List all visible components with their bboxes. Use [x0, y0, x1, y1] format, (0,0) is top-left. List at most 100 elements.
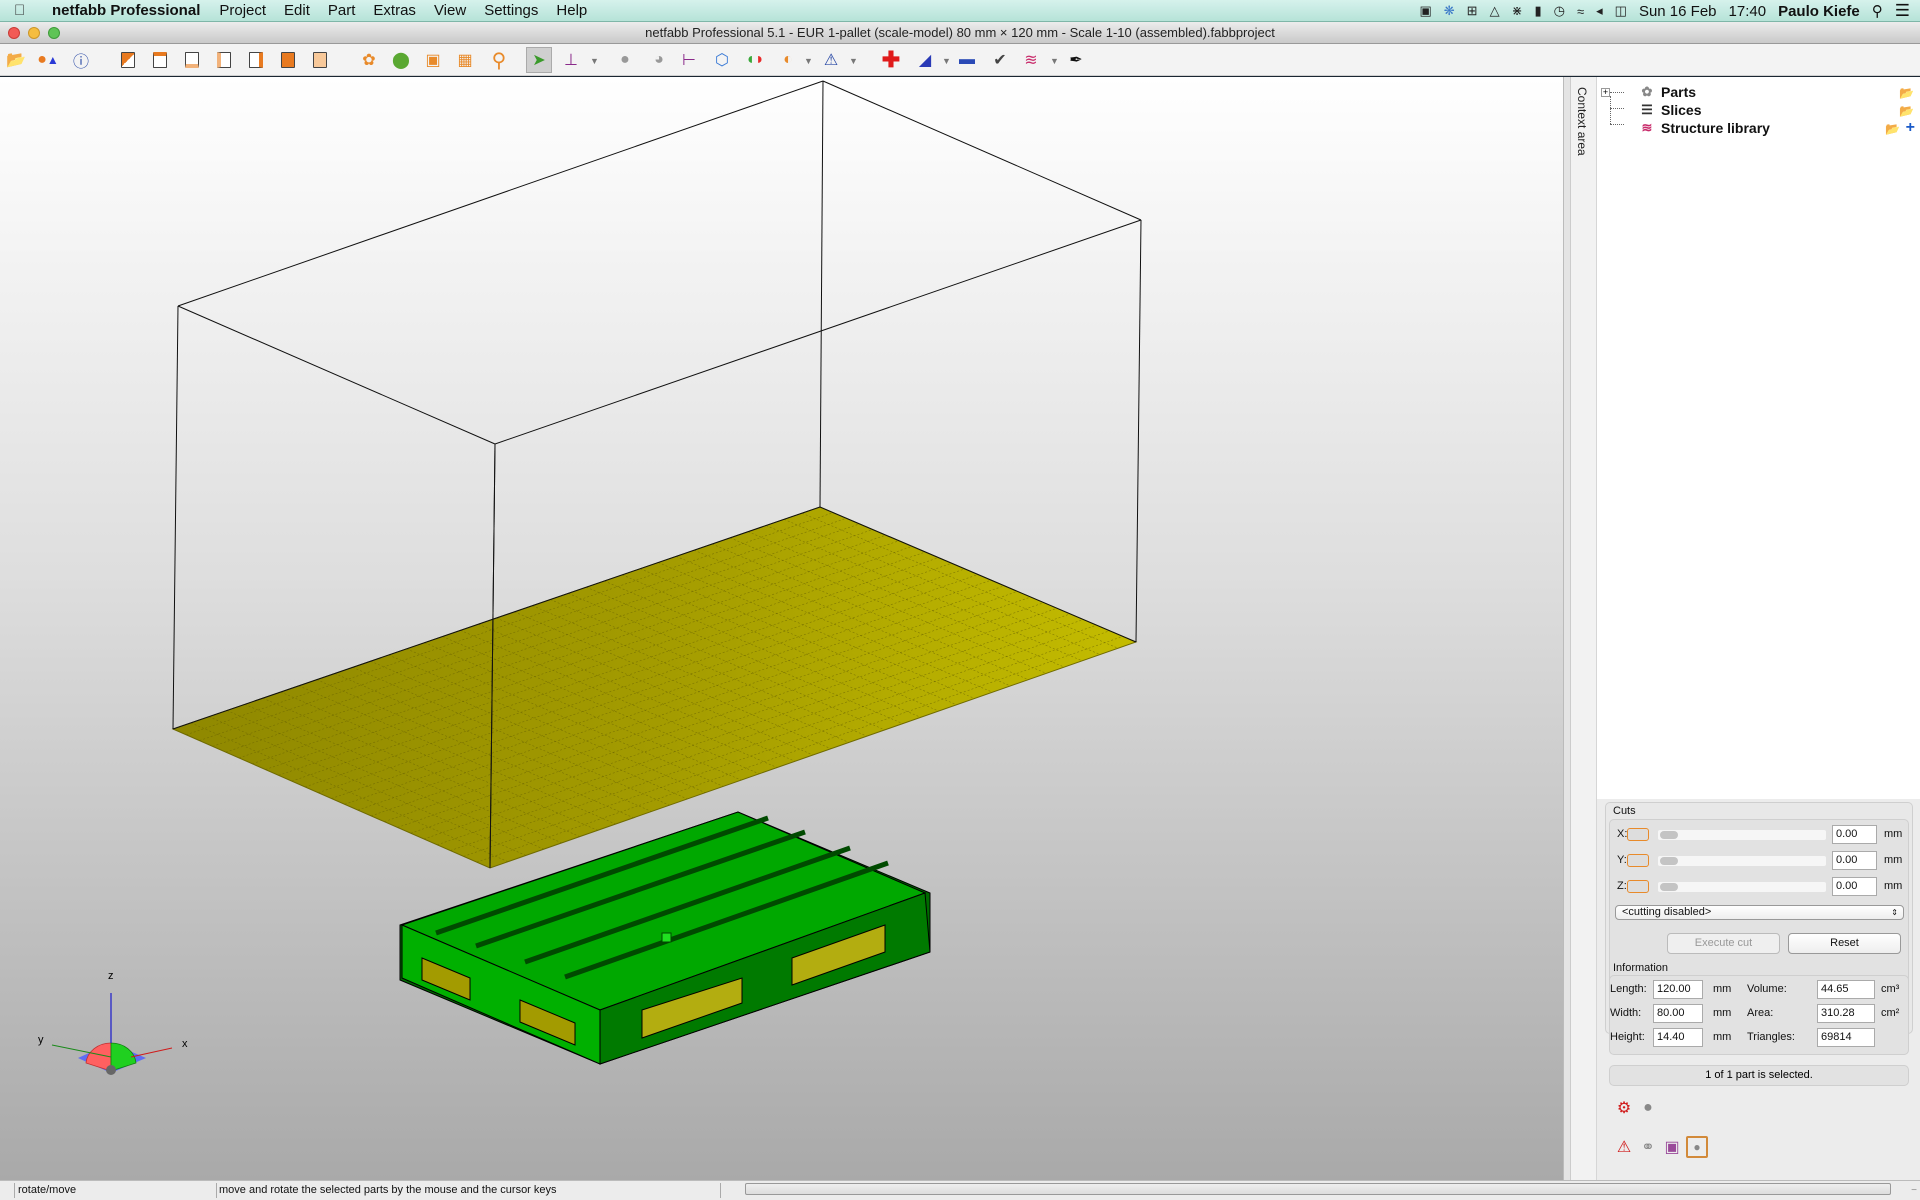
- menu-settings[interactable]: Settings: [475, 2, 547, 19]
- move-icon[interactable]: ●: [614, 49, 636, 71]
- notification-icon[interactable]: ☰: [1895, 1, 1910, 21]
- reset-button[interactable]: Reset: [1788, 933, 1901, 954]
- 3d-viewport[interactable]: z y x: [0, 77, 1563, 1180]
- open-folder-icon[interactable]: 📂: [1899, 86, 1914, 100]
- selection-status: 1 of 1 part is selected.: [1609, 1065, 1909, 1086]
- resize-grip-icon[interactable]: −: [1911, 1185, 1917, 1196]
- move-rotate-dropdown-icon[interactable]: ▼: [590, 56, 599, 66]
- open-project-icon[interactable]: 📂: [5, 49, 27, 71]
- menu-view[interactable]: View: [425, 2, 475, 19]
- app-menu[interactable]: netfabb Professional: [42, 2, 210, 19]
- menu-extras[interactable]: Extras: [364, 2, 425, 19]
- cut-y-slider[interactable]: [1658, 856, 1826, 866]
- cut-x-slider[interactable]: [1658, 830, 1826, 840]
- tree-item-parts[interactable]: ✿ Parts: [1637, 83, 1696, 101]
- part-info-icon[interactable]: ⓘ: [70, 49, 92, 71]
- add-icon[interactable]: ✚: [880, 47, 902, 72]
- battery-icon[interactable]: ▮: [1534, 3, 1541, 19]
- view-front-icon[interactable]: [181, 49, 203, 71]
- measure-icon[interactable]: ▬: [956, 49, 978, 71]
- x-axis-line: [130, 1047, 173, 1058]
- split-view-icon[interactable]: ◖ ◗: [744, 49, 766, 71]
- minimize-button[interactable]: [28, 27, 40, 39]
- align-icon[interactable]: ⊢: [678, 49, 700, 71]
- dropbox-icon[interactable]: ❋: [1444, 3, 1455, 19]
- spotlight-icon[interactable]: ⚲: [1872, 2, 1883, 20]
- cut-dropdown-icon[interactable]: ▼: [804, 56, 813, 66]
- cut-x-toggle[interactable]: [1627, 828, 1649, 841]
- length-value: 120.00: [1653, 980, 1703, 999]
- volume-icon[interactable]: ◂: [1596, 3, 1603, 19]
- airplay-icon[interactable]: △: [1490, 3, 1500, 19]
- pen-icon[interactable]: ✒: [1065, 49, 1087, 71]
- view-left-icon[interactable]: [213, 49, 235, 71]
- download-icon[interactable]: ⊞: [1467, 3, 1478, 19]
- center-part-icon[interactable]: ●: [1686, 1136, 1708, 1158]
- repair-dropdown-icon[interactable]: ▼: [849, 56, 858, 66]
- cut-mode-select[interactable]: <cutting disabled> ⇕: [1615, 905, 1904, 920]
- tree-expander[interactable]: +: [1601, 88, 1610, 97]
- area-label: Area:: [1747, 1007, 1774, 1019]
- view-top-icon[interactable]: [149, 49, 171, 71]
- repair-icon[interactable]: ⚠: [820, 49, 842, 71]
- cut-sphere-icon[interactable]: ◐: [777, 49, 799, 71]
- merge-parts-icon[interactable]: ⚭: [1637, 1136, 1659, 1158]
- rotate-icon[interactable]: ◕: [648, 49, 670, 71]
- zoom-icon[interactable]: ⚲: [488, 49, 510, 72]
- slice-part-icon[interactable]: ●: [1637, 1097, 1659, 1119]
- check-icon[interactable]: ✔: [989, 49, 1011, 71]
- display-icon[interactable]: ◫: [1615, 3, 1627, 19]
- cut-x-input[interactable]: 0.00: [1832, 825, 1877, 844]
- repair-warning-icon[interactable]: ⚠: [1613, 1136, 1635, 1158]
- select-mode-icon[interactable]: ➤: [526, 47, 552, 73]
- clock-time[interactable]: 17:40: [1729, 3, 1767, 20]
- panel-splitter[interactable]: [1563, 77, 1571, 1180]
- tree-item-structure-library[interactable]: ≋ Structure library: [1637, 119, 1770, 137]
- add-support-icon[interactable]: ⚙: [1613, 1097, 1635, 1119]
- wifi-icon[interactable]: ≈: [1577, 4, 1584, 19]
- clock-date[interactable]: Sun 16 Feb: [1639, 3, 1717, 20]
- structure-icon[interactable]: ≋: [1020, 49, 1042, 71]
- time-machine-icon[interactable]: ◷: [1554, 3, 1565, 19]
- execute-cut-button[interactable]: Execute cut: [1667, 933, 1780, 954]
- cut-z-input[interactable]: 0.00: [1832, 877, 1877, 896]
- cut-x-label: X:: [1617, 828, 1628, 840]
- view-back-icon[interactable]: [277, 49, 299, 71]
- cut-y-input[interactable]: 0.00: [1832, 851, 1877, 870]
- menu-project[interactable]: Project: [210, 2, 275, 19]
- view-bottom-icon[interactable]: [309, 49, 331, 71]
- length-unit: mm: [1713, 983, 1732, 995]
- bounding-box-icon[interactable]: ▣: [1661, 1136, 1683, 1158]
- move-rotate-icon[interactable]: ⊥: [560, 49, 582, 71]
- apple-icon[interactable]: : [14, 2, 42, 19]
- close-button[interactable]: [8, 27, 20, 39]
- zoom-to-parts-icon[interactable]: ▣: [422, 49, 444, 71]
- zoom-window-button[interactable]: [48, 27, 60, 39]
- select-part-icon[interactable]: ⬤: [390, 49, 412, 71]
- open-folder-icon[interactable]: 📂: [1899, 104, 1914, 118]
- bluetooth-icon[interactable]: ⋇: [1512, 3, 1523, 19]
- tree-item-slices[interactable]: ☰ Slices: [1637, 101, 1701, 119]
- cut-z-toggle[interactable]: [1627, 880, 1649, 893]
- scale-box-icon[interactable]: ⬡: [711, 49, 733, 71]
- add-structure-icon[interactable]: +: [1906, 119, 1915, 137]
- build-volume-edge: [177, 305, 496, 445]
- cut-y-toggle[interactable]: [1627, 854, 1649, 867]
- view-right-icon[interactable]: [245, 49, 267, 71]
- shell-dropdown-icon[interactable]: ▼: [942, 56, 951, 66]
- open-folder-icon[interactable]: 📂: [1885, 122, 1900, 136]
- add-part-icon[interactable]: ● ▲: [37, 49, 59, 71]
- sync-icon[interactable]: ▣: [1419, 3, 1431, 19]
- cut-z-slider[interactable]: [1658, 882, 1826, 892]
- view-iso-icon[interactable]: [117, 49, 139, 71]
- menu-help[interactable]: Help: [547, 2, 596, 19]
- structure-dropdown-icon[interactable]: ▼: [1050, 56, 1059, 66]
- zoom-to-selection-icon[interactable]: ▦: [454, 49, 476, 71]
- user-name[interactable]: Paulo Kiefe: [1778, 3, 1860, 20]
- slices-icon: ☰: [1641, 102, 1653, 117]
- shell-icon[interactable]: ◢: [914, 49, 936, 71]
- menu-part[interactable]: Part: [319, 2, 365, 19]
- select-all-parts-icon[interactable]: ✿: [358, 49, 380, 71]
- menu-edit[interactable]: Edit: [275, 2, 319, 19]
- context-area-tab[interactable]: Context area: [1571, 77, 1597, 1180]
